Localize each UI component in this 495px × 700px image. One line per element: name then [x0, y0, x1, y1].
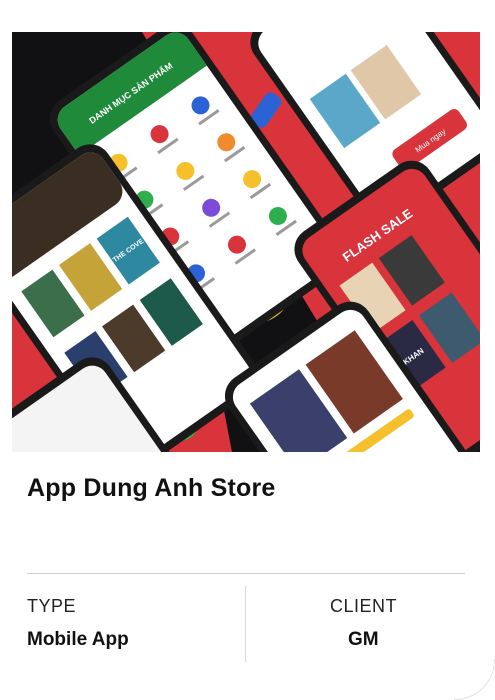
card-corner	[454, 659, 495, 700]
client-label: CLIENT	[330, 596, 398, 616]
project-card[interactable]: DANH MỤC SẢN PHẨM Mua ngay THE COVE FLAS…	[0, 0, 495, 700]
column-divider	[245, 586, 246, 662]
client-value: GM	[348, 629, 379, 650]
hero-image: DANH MỤC SẢN PHẨM Mua ngay THE COVE FLAS…	[12, 32, 480, 452]
app-collage-illustration: DANH MỤC SẢN PHẨM Mua ngay THE COVE FLAS…	[12, 32, 480, 452]
project-title: App Dung Anh Store	[27, 474, 276, 502]
type-value: Mobile App	[27, 629, 129, 650]
type-label: TYPE	[27, 596, 77, 616]
section-divider	[27, 573, 465, 574]
